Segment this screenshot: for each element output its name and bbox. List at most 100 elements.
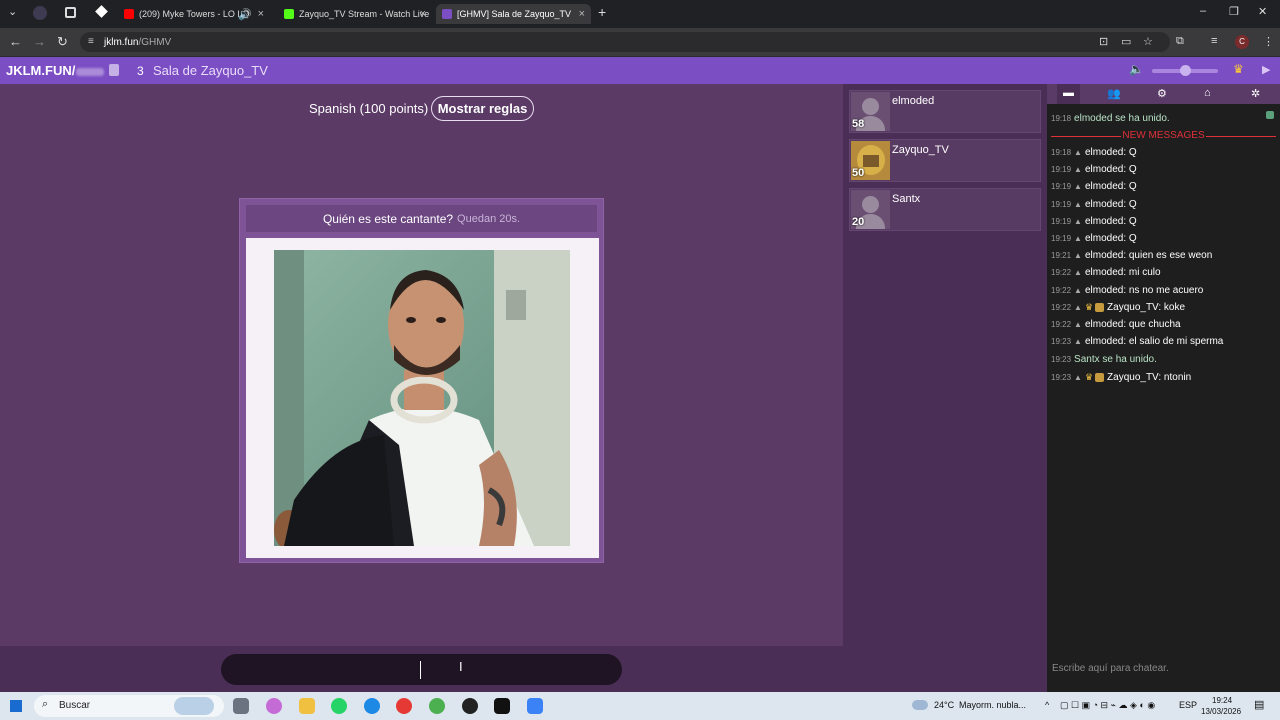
tab-jklm[interactable]: [GHMV] Sala de Zayquo_TV × (436, 4, 591, 24)
chat-message: 19:19 ▲ elmoded: Q (1051, 198, 1137, 210)
chat-username[interactable]: elmoded (1085, 267, 1123, 278)
chat-username[interactable]: elmoded (1085, 336, 1123, 347)
volume-icon[interactable]: 🔈 (1129, 62, 1144, 76)
windows-start-icon[interactable] (10, 700, 22, 712)
tab-label: [GHMV] Sala de Zayquo_TV (457, 9, 572, 19)
tab-list-chevron-icon[interactable]: ⌄ (8, 5, 17, 18)
url-path: /GHMV (138, 36, 172, 48)
player-card[interactable]: Santx 20 (849, 188, 1041, 231)
kebab-menu-icon[interactable]: ⋮ (1263, 35, 1274, 48)
close-icon[interactable]: × (258, 8, 264, 20)
translate-icon[interactable]: ⊡ (1099, 35, 1108, 48)
room-settings-icon[interactable]: ✲ (1251, 87, 1260, 100)
star-icon[interactable]: ☆ (1143, 35, 1153, 48)
reload-icon[interactable]: ↻ (57, 34, 68, 50)
taskbar-search[interactable]: ⌕ Buscar (34, 695, 224, 717)
player-points: 58 (852, 118, 865, 130)
scroll-indicator-icon[interactable] (1266, 111, 1274, 119)
chat-username[interactable]: elmoded (1085, 199, 1123, 210)
chat-username[interactable]: elmoded (1085, 250, 1123, 261)
player-card[interactable]: elmoded 58 (849, 90, 1041, 133)
system-message: 19:23 Santx se ha unido. (1051, 354, 1157, 365)
user-icon: ▲ (1074, 234, 1082, 243)
avatar (1095, 302, 1105, 312)
close-icon[interactable]: × (579, 8, 585, 20)
weather-cloud-icon[interactable] (912, 700, 928, 710)
whatsapp-icon[interactable] (331, 698, 347, 714)
close-window-icon[interactable]: ✕ (1258, 5, 1267, 18)
chat-username[interactable]: elmoded (1085, 181, 1123, 192)
chat-input[interactable] (1047, 656, 1280, 680)
chat-username[interactable]: elmoded (1085, 285, 1123, 296)
url-field[interactable]: ≡ jklm.fun/GHMV (80, 32, 1170, 52)
settings-gear-icon[interactable]: ⚙ (1157, 87, 1167, 100)
tab-kick[interactable]: Zayquo_TV Stream - Watch Live × (278, 4, 432, 24)
system-message: 19:18 elmoded se ha unido. (1051, 113, 1170, 124)
crown-icon[interactable]: ♛ (1233, 62, 1244, 76)
chat-username[interactable]: Zayquo_TV (1107, 302, 1158, 313)
chat-bubble-icon[interactable]: ▬ (1057, 84, 1080, 104)
volume-slider-knob[interactable] (1180, 65, 1191, 76)
new-tab-plus-icon[interactable]: + (598, 4, 606, 20)
chat-message: 19:19 ▲ elmoded: Q (1051, 181, 1137, 193)
app-icon[interactable] (527, 698, 543, 714)
copilot-icon[interactable] (266, 698, 282, 714)
audio-icon[interactable]: 🔊 (238, 8, 252, 21)
diamond-icon[interactable] (95, 5, 108, 18)
clock-date[interactable]: 13/03/2026 (1201, 707, 1241, 716)
obs-icon[interactable] (462, 698, 478, 714)
notifications-icon[interactable]: ▤ (1254, 698, 1264, 711)
language-indicator[interactable]: ESP (1179, 700, 1197, 710)
chat-username[interactable]: elmoded (1085, 233, 1123, 244)
maximize-icon[interactable]: ❐ (1229, 5, 1239, 18)
task-view-icon[interactable] (233, 698, 249, 714)
tab-youtube[interactable]: (209) Myke Towers - LO LO 🔊 × (118, 4, 270, 24)
site-brand[interactable]: JKLM.FUN/ (6, 63, 105, 78)
site-info-icon[interactable]: ≡ (88, 36, 94, 47)
chat-username[interactable]: elmoded (1085, 216, 1123, 227)
answer-input[interactable] (221, 654, 622, 685)
clock-time[interactable]: 19:24 (1212, 696, 1232, 705)
weather-temp[interactable]: 24°C (934, 700, 954, 710)
chat-text: koke (1163, 301, 1186, 313)
crown-icon: ♛ (1084, 301, 1094, 312)
player-name: elmoded (892, 95, 935, 107)
cast-icon[interactable]: ▭ (1121, 35, 1131, 48)
capcut-icon[interactable] (494, 698, 510, 714)
chrome-icon[interactable] (396, 698, 412, 714)
tab-group-icon[interactable] (33, 6, 47, 20)
new-messages-divider: NEW MESSAGES (1051, 130, 1276, 142)
user-icon: ▲ (1074, 148, 1082, 157)
media-icon[interactable]: ≡ (1211, 35, 1217, 47)
stack-icon[interactable] (65, 7, 76, 18)
chat-text: Q (1128, 147, 1137, 158)
chat-username[interactable]: elmoded (1085, 147, 1123, 158)
players-icon[interactable]: 👥 (1107, 87, 1121, 100)
extensions-icon[interactable]: ⧉ (1176, 35, 1184, 48)
show-rules-button[interactable]: Mostrar reglas (431, 96, 534, 121)
chat-text: Q (1128, 164, 1137, 176)
tray-chevron-icon[interactable]: ^ (1045, 700, 1049, 710)
collapse-arrow-icon[interactable]: ▶ (1262, 63, 1270, 76)
chat-text: Q (1128, 215, 1137, 227)
edge-icon[interactable] (364, 698, 380, 714)
chat-tabs: ▬ 👥 ⚙ ⌂ ✲ (1047, 84, 1280, 104)
back-arrow-icon[interactable]: ← (9, 34, 22, 49)
tray-icons[interactable]: ▢ ☐ ▣ ◔ ⊟ ⌁ ☁ ◈ ◐ ◉ (1060, 700, 1155, 711)
chat-username[interactable]: elmoded (1085, 164, 1123, 175)
chat-message: 19:19 ▲ elmoded: Q (1051, 164, 1137, 176)
player-card[interactable]: Zayquo_TV 50 (849, 139, 1041, 182)
question-card: Quién es este cantante? Quedan 20s. (239, 198, 604, 563)
user-icon: ▲ (1074, 337, 1082, 347)
chat-username[interactable]: elmoded (1085, 319, 1123, 330)
home-icon[interactable]: ⌂ (1204, 87, 1211, 99)
file-explorer-icon[interactable] (299, 698, 315, 714)
close-icon[interactable]: × (420, 8, 426, 20)
chrome-profile-icon[interactable] (429, 698, 445, 714)
player-name: Zayquo_TV (892, 144, 949, 156)
weather-desc[interactable]: Mayorm. nubla... (959, 700, 1026, 710)
chat-message: 19:22 ▲ elmoded: que chucha (1051, 319, 1181, 330)
profile-avatar-icon[interactable]: C (1235, 35, 1249, 49)
minimize-icon[interactable]: – (1200, 5, 1206, 17)
forward-arrow-icon[interactable]: → (33, 34, 46, 49)
